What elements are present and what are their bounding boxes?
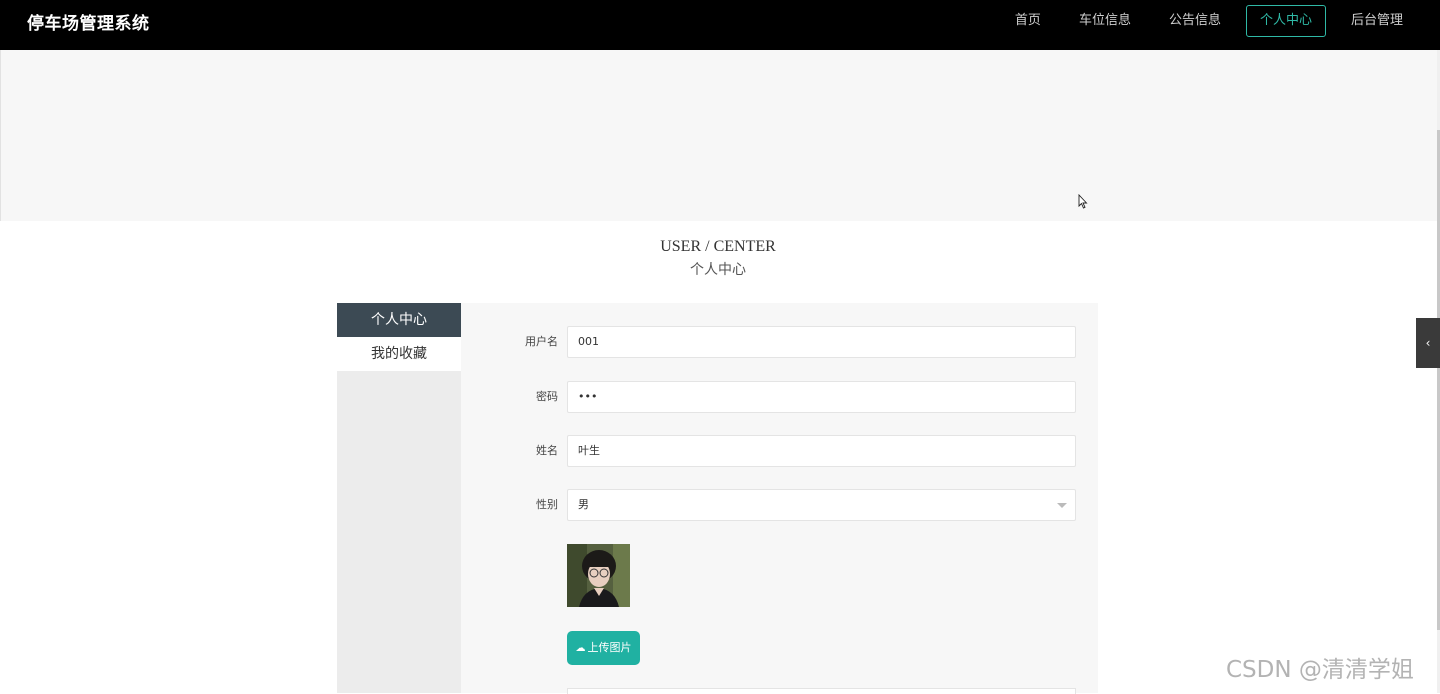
mouse-cursor-icon (1078, 193, 1088, 213)
sidebar-item-user-center[interactable]: 个人中心 (337, 303, 461, 337)
gender-row: 性别 男 (461, 489, 1098, 521)
gender-select[interactable]: 男 (567, 489, 1076, 521)
upload-image-button[interactable]: ☁ 上传图片 (567, 631, 640, 665)
profile-form-panel: 用户名 001 密码 ••• 姓名 叶生 性别 男 ☁ 上传图片 (461, 303, 1098, 694)
next-field-partial[interactable] (567, 688, 1076, 694)
name-row: 姓名 叶生 (461, 435, 1098, 467)
gender-value: 男 (578, 498, 589, 511)
nav-admin[interactable]: 后台管理 (1338, 5, 1416, 37)
nav-parking-info[interactable]: 车位信息 (1066, 5, 1144, 37)
cloud-upload-icon: ☁ (575, 643, 586, 654)
side-panel-toggle[interactable]: ‹ (1416, 318, 1440, 368)
section-title-en: USER / CENTER (660, 238, 776, 255)
password-label: 密码 (536, 390, 558, 403)
gender-label: 性别 (536, 498, 558, 511)
chevron-left-icon: ‹ (1425, 336, 1431, 350)
main-nav: 首页 车位信息 公告信息 个人中心 后台管理 (990, 5, 1416, 37)
avatar-image (567, 544, 630, 607)
banner-area (0, 50, 1438, 221)
nav-home[interactable]: 首页 (1002, 5, 1054, 37)
sidebar-item-favorites[interactable]: 我的收藏 (337, 337, 461, 371)
username-label: 用户名 (525, 335, 558, 348)
site-brand[interactable]: 停车场管理系统 (27, 9, 150, 34)
top-navbar: 停车场管理系统 首页 车位信息 公告信息 个人中心 后台管理 (0, 0, 1440, 50)
nav-announcements[interactable]: 公告信息 (1156, 5, 1234, 37)
upload-button-label: 上传图片 (587, 641, 632, 654)
user-sidebar: 个人中心 我的收藏 (337, 303, 461, 693)
nav-user-center[interactable]: 个人中心 (1245, 5, 1326, 37)
password-input[interactable]: ••• (567, 381, 1076, 413)
chevron-down-icon (1057, 503, 1067, 508)
username-row: 用户名 001 (461, 326, 1098, 358)
username-input[interactable]: 001 (567, 326, 1076, 358)
name-input[interactable]: 叶生 (567, 435, 1076, 467)
name-label: 姓名 (536, 444, 558, 457)
section-title-cn: 个人中心 (690, 262, 746, 278)
password-row: 密码 ••• (461, 381, 1098, 413)
watermark: CSDN @清清学姐 (1226, 657, 1414, 683)
